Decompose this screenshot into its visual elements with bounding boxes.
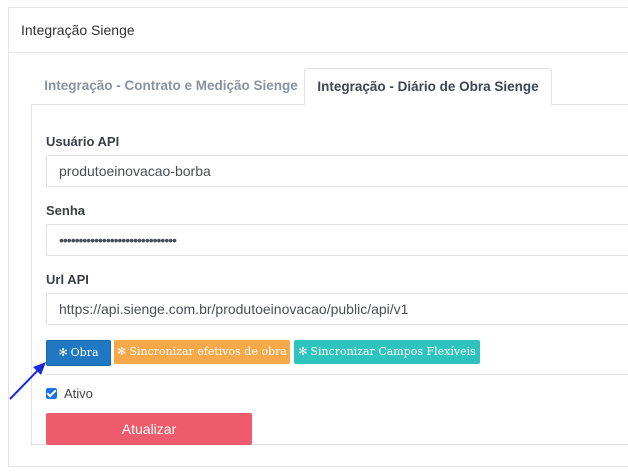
tab-bar: Integração - Contrato e Medição Sienge I…	[31, 68, 628, 105]
divider	[46, 374, 628, 375]
gear-icon: ✻	[298, 345, 308, 358]
arrow-annotation-icon	[9, 362, 46, 400]
tab-contrato-medicao[interactable]: Integração - Contrato e Medição Sienge	[41, 68, 301, 104]
panel-title: Integração Sienge	[21, 22, 135, 38]
gear-icon: ✻	[117, 345, 127, 358]
ativo-label: Ativo	[64, 386, 93, 401]
sync-efetivos-button[interactable]: ✻ Sincronizar efetivos de obra	[114, 340, 290, 364]
url-label: Url API	[46, 272, 89, 287]
panel-header: Integração Sienge	[9, 8, 628, 53]
obra-button-label: Obra	[70, 346, 99, 359]
password-field[interactable]: ••••••••••••••••••••••••••••••	[46, 224, 628, 256]
sync-campos-label: Sincronizar Campos Flexíveis	[310, 345, 476, 358]
user-label: Usuário API	[46, 134, 120, 149]
integration-panel: Integração Sienge Integração - Contrato …	[8, 7, 628, 467]
sync-efetivos-label: Sincronizar efetivos de obra	[129, 345, 287, 358]
user-field[interactable]: produtoeinovacao-borba	[46, 155, 628, 187]
url-field[interactable]: https://api.sienge.com.br/produtoeinovac…	[46, 293, 628, 325]
sync-campos-button[interactable]: ✻ Sincronizar Campos Flexíveis	[294, 340, 480, 364]
tab-content: Usuário API produtoeinovacao-borba Senha…	[31, 104, 628, 445]
password-label: Senha	[46, 203, 86, 218]
update-button[interactable]: Atualizar	[46, 413, 252, 445]
tab-diario-obra[interactable]: Integração - Diário de Obra Sienge	[304, 68, 552, 105]
